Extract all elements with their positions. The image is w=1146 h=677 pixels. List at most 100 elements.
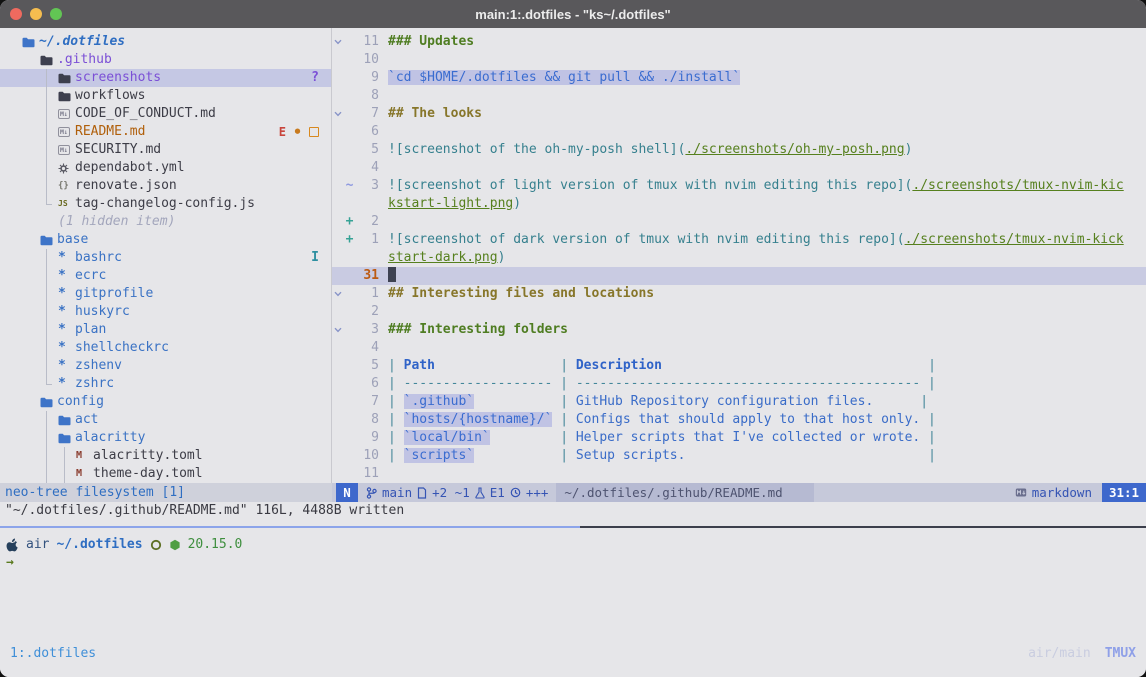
tree-item[interactable]: *bashrcI xyxy=(0,249,331,267)
fold-column xyxy=(332,213,344,231)
titlebar[interactable]: main:1:.dotfiles - "ks~/.dotfiles" xyxy=(0,0,1146,28)
syntax-run: Description xyxy=(576,358,662,373)
close-button[interactable] xyxy=(10,8,22,20)
editor-line[interactable]: 9| `local/bin` | Helper scripts that I'v… xyxy=(332,429,1146,447)
syntax-run xyxy=(490,430,553,445)
filetype-label[interactable]: markdown xyxy=(1032,485,1092,500)
syntax-run: Setup scripts. xyxy=(576,448,920,463)
tree-item[interactable]: *plan xyxy=(0,321,331,339)
buffer-icon xyxy=(417,487,427,499)
tmux-pane-separator[interactable] xyxy=(0,526,1146,528)
fold-open-icon[interactable] xyxy=(332,285,344,303)
editor-line[interactable]: 8 xyxy=(332,87,1146,105)
tree-item[interactable]: *zshenv xyxy=(0,357,331,375)
editor-line[interactable]: 3### Interesting folders xyxy=(332,321,1146,339)
fold-open-icon[interactable] xyxy=(332,321,344,339)
tree-item[interactable]: M↓README.mdE• xyxy=(0,123,331,141)
editor-line[interactable]: 7## The looks xyxy=(332,105,1146,123)
syntax-run: ## Interesting files and locations xyxy=(388,286,654,301)
zoom-button[interactable] xyxy=(50,8,62,20)
editor-line[interactable]: ~3![screenshot of light version of tmux … xyxy=(332,177,1146,195)
syntax-run: ./screenshots/tmux-nvim-kick xyxy=(905,232,1124,247)
tree-item[interactable]: alacritty xyxy=(0,429,331,447)
editor-pane[interactable]: 11### Updates109`cd $HOME/.dotfiles && g… xyxy=(332,28,1146,483)
toml-icon: M xyxy=(76,465,93,483)
editor-line[interactable]: 6| ------------------- | ---------------… xyxy=(332,375,1146,393)
editor-line[interactable]: 2 xyxy=(332,303,1146,321)
tree-item[interactable]: M↓SECURITY.md xyxy=(0,141,331,159)
syntax-run: | xyxy=(388,412,404,427)
fold-column xyxy=(332,51,344,69)
editor-line[interactable]: kstart-light.png) xyxy=(332,195,1146,213)
tree-item-label: act xyxy=(75,411,98,429)
fold-column xyxy=(332,465,344,483)
tree-item[interactable]: (1 hidden item) xyxy=(0,213,331,231)
item-badges: ? xyxy=(311,69,319,87)
editor-line[interactable]: 11### Updates xyxy=(332,33,1146,51)
tree-item[interactable]: *gitprofile xyxy=(0,285,331,303)
tmux-window-tab[interactable]: 1:.dotfiles xyxy=(10,645,96,663)
apple-icon xyxy=(6,538,19,552)
folder-icon xyxy=(58,433,75,444)
editor-line[interactable]: start-dark.png) xyxy=(332,249,1146,267)
tree-item[interactable]: ~/.dotfiles xyxy=(0,33,331,51)
tree-item[interactable]: act xyxy=(0,411,331,429)
editor-line[interactable]: 5| Path | Description | xyxy=(332,357,1146,375)
editor-line[interactable]: 4 xyxy=(332,339,1146,357)
tree-item[interactable]: {}renovate.json xyxy=(0,177,331,195)
tree-item[interactable]: *shellcheckrc xyxy=(0,339,331,357)
tree-item-label: shellcheckrc xyxy=(75,339,169,357)
tree-item[interactable]: base xyxy=(0,231,331,249)
tree-item[interactable]: M↓CODE_OF_CONDUCT.md xyxy=(0,105,331,123)
fold-open-icon[interactable] xyxy=(332,33,344,51)
tree-item-label: alacritty.toml xyxy=(93,447,203,465)
branch-name[interactable]: main xyxy=(382,485,412,500)
line-text: | `hosts/{hostname}/` | Configs that sho… xyxy=(388,411,1146,429)
editor-line[interactable]: 9`cd $HOME/.dotfiles && git pull && ./in… xyxy=(332,69,1146,87)
dotfile-icon: * xyxy=(58,375,75,393)
file-path[interactable]: ~/.dotfiles/.github/README.md xyxy=(556,483,814,502)
git-sign xyxy=(344,141,355,159)
editor-line[interactable]: +1![screenshot of dark version of tmux w… xyxy=(332,231,1146,249)
tree-item[interactable]: screenshots? xyxy=(0,69,331,87)
dotfile-icon: * xyxy=(58,357,75,375)
git-sign xyxy=(344,393,355,411)
git-sign xyxy=(344,321,355,339)
node-icon xyxy=(169,539,181,551)
tree-item[interactable]: *ecrc xyxy=(0,267,331,285)
neo-tree-panel[interactable]: ~/.dotfiles.githubscreenshots?workflowsM… xyxy=(0,28,332,483)
fold-open-icon[interactable] xyxy=(332,105,344,123)
editor-line[interactable]: 6 xyxy=(332,123,1146,141)
editor-line[interactable]: 8| `hosts/{hostname}/` | Configs that sh… xyxy=(332,411,1146,429)
git-sign xyxy=(344,195,355,213)
tree-item[interactable]: *huskyrc xyxy=(0,303,331,321)
editor-line[interactable]: 7| `.github` | GitHub Repository configu… xyxy=(332,393,1146,411)
tree-item[interactable]: Mtheme-day.toml xyxy=(0,465,331,483)
tree-item-label: gitprofile xyxy=(75,285,153,303)
minimize-button[interactable] xyxy=(30,8,42,20)
tree-item-label: screenshots xyxy=(75,69,161,87)
editor-line[interactable]: 11 xyxy=(332,465,1146,483)
indent-guide xyxy=(64,447,65,483)
tree-item[interactable]: config xyxy=(0,393,331,411)
editor-line[interactable]: 4 xyxy=(332,159,1146,177)
editor-line[interactable]: 1## Interesting files and locations xyxy=(332,285,1146,303)
diagnostics-icon xyxy=(475,487,485,499)
editor-line[interactable]: 10| `scripts` | Setup scripts. | xyxy=(332,447,1146,465)
tree-item[interactable]: Malacritty.toml xyxy=(0,447,331,465)
git-sign xyxy=(344,447,355,465)
syntax-run: `hosts/{hostname}/` xyxy=(404,412,553,427)
editor-line[interactable]: 5![screenshot of the oh-my-posh shell](.… xyxy=(332,141,1146,159)
editor-line[interactable]: 31 xyxy=(332,267,1146,285)
gear-icon xyxy=(58,163,75,174)
status-badge: I xyxy=(311,249,319,267)
editor-line[interactable]: 10 xyxy=(332,51,1146,69)
tree-item[interactable]: dependabot.yml xyxy=(0,159,331,177)
tree-item[interactable]: .github xyxy=(0,51,331,69)
tree-item[interactable]: workflows xyxy=(0,87,331,105)
tree-item-label: config xyxy=(57,393,104,411)
tree-item-label: ecrc xyxy=(75,267,106,285)
line-number: 8 xyxy=(355,87,388,105)
diagnostics-count[interactable]: E1 xyxy=(490,485,505,500)
editor-line[interactable]: +2 xyxy=(332,213,1146,231)
